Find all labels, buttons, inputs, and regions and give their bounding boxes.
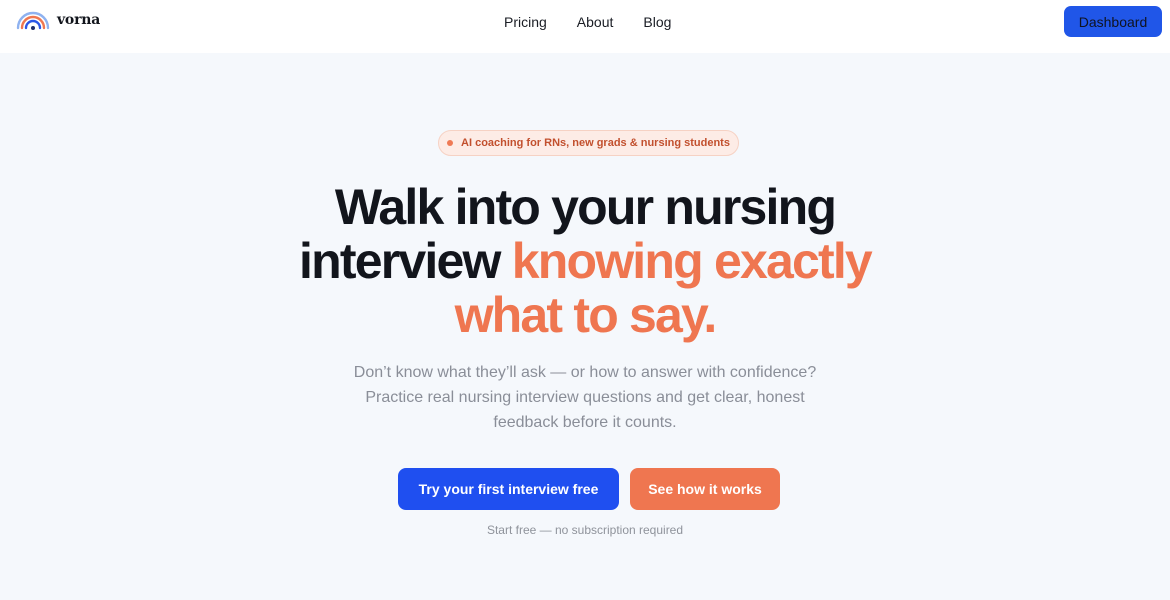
cta-footnote: Start free — no subscription required <box>486 523 684 537</box>
hero-subtext: Don’t know what they’ll ask — or how to … <box>335 360 835 435</box>
badge-dot-icon <box>447 140 454 146</box>
hero-badge: AI coaching for RNs, new grads & nursing… <box>438 130 739 156</box>
subtext-line-3: feedback before it counts. <box>493 414 677 431</box>
site-header: vorna Pricing About Blog Dashboard <box>0 0 1170 53</box>
hero-headline: Walk into your nursing interview knowing… <box>185 180 985 342</box>
see-how-it-works-button[interactable]: See how it works <box>630 468 780 510</box>
nav-about-link[interactable]: About <box>577 14 614 30</box>
subtext-line-1: Don’t know what they’ll ask — or how to … <box>353 364 817 381</box>
headline-line-3-accent: what to say. <box>454 287 718 343</box>
brand-name: vorna <box>57 12 101 28</box>
logo-link[interactable]: vorna <box>16 9 100 31</box>
rainbow-arc-icon <box>16 11 50 30</box>
headline-line-2-accent: knowing exactly <box>511 233 873 289</box>
try-free-interview-button[interactable]: Try your first interview free <box>398 468 619 510</box>
nav-blog-link[interactable]: Blog <box>643 14 671 30</box>
nav-pricing-link[interactable]: Pricing <box>504 14 547 30</box>
badge-text: AI coaching for RNs, new grads & nursing… <box>461 137 730 149</box>
headline-line-2-dark: interview <box>299 233 501 289</box>
headline-line-1: Walk into your nursing <box>334 179 837 235</box>
main-nav: Pricing About Blog <box>504 0 701 44</box>
subtext-line-2: Practice real nursing interview question… <box>365 389 805 406</box>
dashboard-button[interactable]: Dashboard <box>1064 6 1162 37</box>
